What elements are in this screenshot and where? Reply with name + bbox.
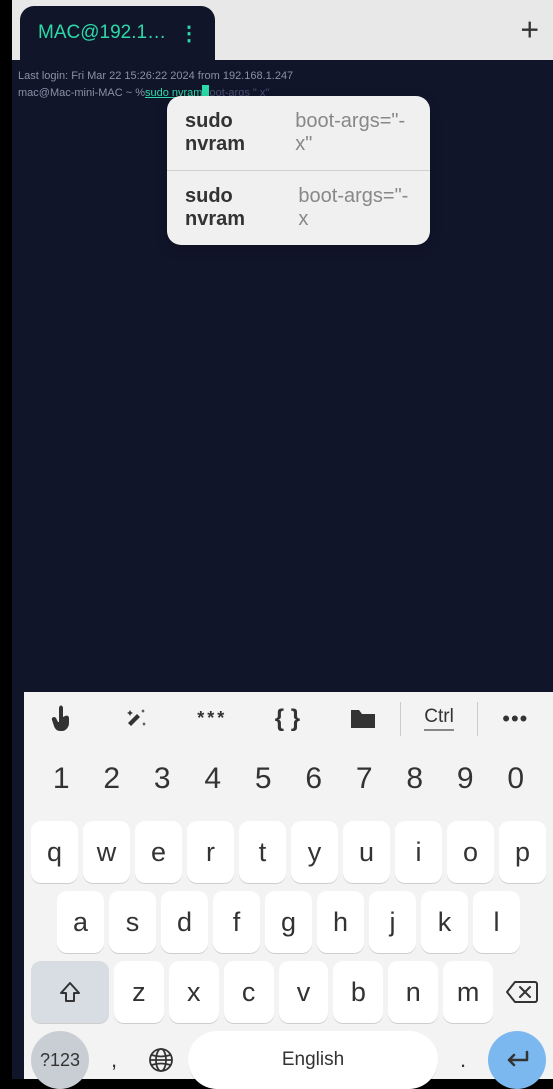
key-c[interactable]: c	[224, 961, 274, 1023]
new-tab-button[interactable]: +	[520, 12, 539, 49]
autocomplete-completion: boot-args="-x"	[295, 110, 412, 156]
key-1[interactable]: 1	[36, 749, 87, 809]
key-l[interactable]: l	[473, 891, 520, 953]
keyboard-toolbar: *** { } Ctrl •••	[24, 692, 553, 745]
period-key[interactable]: .	[443, 1031, 483, 1089]
magic-button[interactable]	[99, 692, 174, 745]
key-v[interactable]: v	[279, 961, 329, 1023]
language-key[interactable]	[139, 1031, 183, 1089]
folder-button[interactable]	[325, 692, 400, 745]
terminal-output-line: Last login: Fri Mar 22 15:26:22 2024 fro…	[18, 68, 547, 85]
shift-key[interactable]	[31, 961, 109, 1023]
tab-title: MAC@192.168...	[38, 22, 167, 44]
autocomplete-match: sudo nvram	[185, 185, 292, 231]
key-g[interactable]: g	[265, 891, 312, 953]
key-e[interactable]: e	[135, 821, 182, 883]
key-5[interactable]: 5	[238, 749, 289, 809]
magic-wand-icon	[126, 708, 148, 730]
autocomplete-match: sudo nvram	[185, 110, 289, 156]
terminal-prompt: mac@Mac-mini-MAC ~ %	[18, 85, 145, 102]
bottom-row: ?123 , English .	[28, 1031, 549, 1089]
ctrl-button[interactable]: Ctrl	[401, 692, 476, 745]
globe-icon	[148, 1047, 174, 1073]
key-y[interactable]: y	[291, 821, 338, 883]
key-x[interactable]: x	[169, 961, 219, 1023]
key-d[interactable]: d	[161, 891, 208, 953]
key-9[interactable]: 9	[440, 749, 491, 809]
key-6[interactable]: 6	[289, 749, 340, 809]
more-button[interactable]: •••	[478, 692, 553, 745]
key-3[interactable]: 3	[137, 749, 188, 809]
key-q[interactable]: q	[31, 821, 78, 883]
key-j[interactable]: j	[369, 891, 416, 953]
autocomplete-completion: boot-args="-x	[298, 185, 412, 231]
key-t[interactable]: t	[239, 821, 286, 883]
key-i[interactable]: i	[395, 821, 442, 883]
enter-key[interactable]	[488, 1031, 546, 1089]
key-s[interactable]: s	[109, 891, 156, 953]
key-4[interactable]: 4	[188, 749, 239, 809]
touch-icon	[50, 705, 74, 733]
key-f[interactable]: f	[213, 891, 260, 953]
key-a[interactable]: a	[57, 891, 104, 953]
key-z[interactable]: z	[114, 961, 164, 1023]
letter-row-1: q w e r t y u i o p	[28, 821, 549, 883]
asterisks-icon: ***	[197, 708, 227, 729]
key-u[interactable]: u	[343, 821, 390, 883]
shift-icon	[58, 980, 82, 1004]
autocomplete-popup: sudo nvram boot-args="-x" sudo nvram boo…	[167, 96, 430, 245]
key-2[interactable]: 2	[87, 749, 138, 809]
number-row: 1 2 3 4 5 6 7 8 9 0	[28, 749, 549, 809]
backspace-key[interactable]	[498, 961, 546, 1023]
letter-row-3: z x c v b n m	[28, 961, 549, 1023]
key-p[interactable]: p	[499, 821, 546, 883]
autocomplete-item[interactable]: sudo nvram boot-args="-x"	[167, 96, 430, 171]
comma-key[interactable]: ,	[94, 1031, 134, 1089]
key-o[interactable]: o	[447, 821, 494, 883]
key-0[interactable]: 0	[491, 749, 542, 809]
braces-button[interactable]: { }	[250, 692, 325, 745]
more-icon: •••	[502, 706, 528, 732]
braces-icon: { }	[275, 705, 300, 733]
active-tab[interactable]: MAC@192.168... ⋮	[20, 6, 215, 60]
key-8[interactable]: 8	[390, 749, 441, 809]
backspace-icon	[505, 979, 539, 1005]
ctrl-label: Ctrl	[424, 706, 454, 731]
key-w[interactable]: w	[83, 821, 130, 883]
spacebar[interactable]: English	[188, 1031, 438, 1089]
mode-switch-key[interactable]: ?123	[31, 1031, 89, 1089]
key-k[interactable]: k	[421, 891, 468, 953]
key-h[interactable]: h	[317, 891, 364, 953]
folder-icon	[349, 708, 377, 730]
enter-icon	[503, 1050, 531, 1070]
letter-row-2: a s d f g h j k l	[28, 891, 549, 953]
key-n[interactable]: n	[388, 961, 438, 1023]
key-b[interactable]: b	[333, 961, 383, 1023]
terminal-cursor	[202, 85, 209, 97]
key-7[interactable]: 7	[339, 749, 390, 809]
autocomplete-item[interactable]: sudo nvram boot-args="-x	[167, 171, 430, 245]
tab-menu-icon[interactable]: ⋮	[175, 21, 203, 46]
touch-mode-button[interactable]	[24, 692, 99, 745]
key-r[interactable]: r	[187, 821, 234, 883]
key-m[interactable]: m	[443, 961, 493, 1023]
virtual-keyboard: 1 2 3 4 5 6 7 8 9 0 q w e r t y u i o p …	[24, 745, 553, 1079]
tab-bar: MAC@192.168... ⋮ +	[12, 0, 553, 60]
password-button[interactable]: ***	[175, 692, 250, 745]
